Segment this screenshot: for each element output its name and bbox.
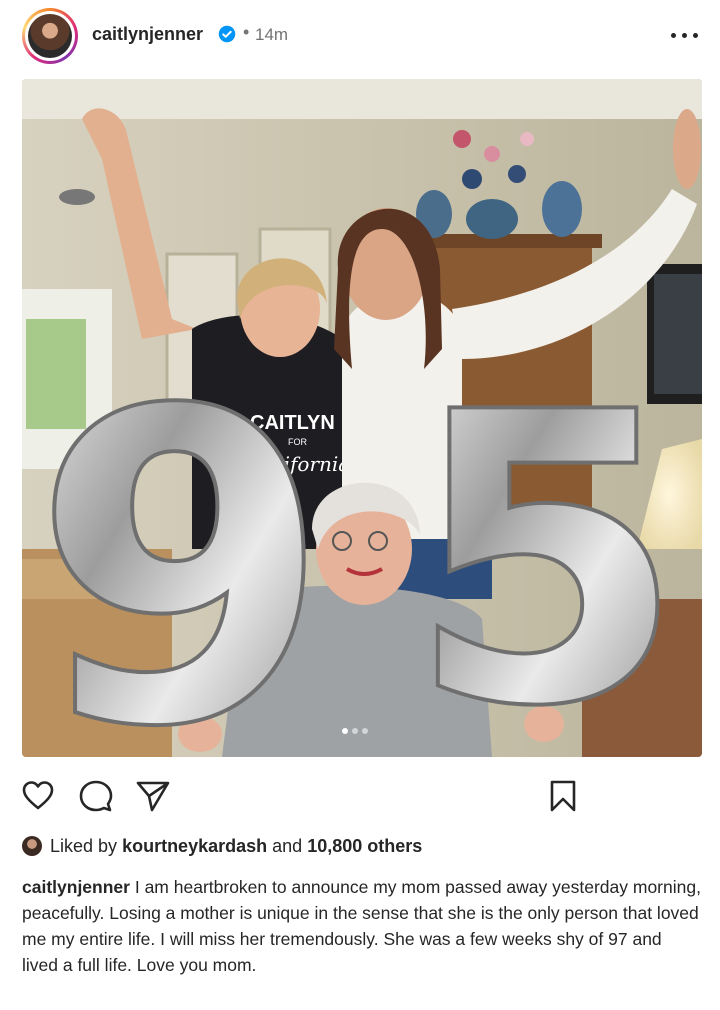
carousel-indicator xyxy=(0,724,720,736)
carousel-dot xyxy=(362,728,368,734)
post-username[interactable]: caitlynjenner xyxy=(92,24,203,45)
carousel-dot-active xyxy=(342,728,348,734)
comment-icon[interactable] xyxy=(78,778,114,814)
send-icon[interactable] xyxy=(135,778,171,814)
caption-username[interactable]: caitlynjenner xyxy=(22,877,130,897)
balloon-digit-nine: 9 xyxy=(32,321,331,757)
post-time[interactable]: 14m xyxy=(255,25,288,45)
likes-prefix: Liked by xyxy=(50,836,118,856)
liker-avatar[interactable] xyxy=(22,836,42,856)
photo-scene: CAITLYN FOR California 9 5 xyxy=(22,79,702,757)
action-bar xyxy=(0,774,720,818)
likes-others-link[interactable]: 10,800 others xyxy=(307,836,422,856)
post-header: caitlynjenner • 14m xyxy=(0,0,720,72)
verified-badge-icon xyxy=(218,25,236,43)
balloon-digit-five: 5 xyxy=(407,329,685,757)
avatar[interactable] xyxy=(22,8,78,64)
bookmark-icon[interactable] xyxy=(545,778,581,814)
post-caption: caitlynjenner I am heartbroken to announ… xyxy=(22,874,702,978)
time-separator: • xyxy=(243,22,250,42)
heart-icon[interactable] xyxy=(20,778,56,814)
post-photo[interactable]: CAITLYN FOR California 9 5 xyxy=(22,79,702,757)
carousel-dot xyxy=(352,728,358,734)
likes-connector: and xyxy=(272,836,303,856)
more-options-icon[interactable] xyxy=(668,20,702,50)
instagram-post: caitlynjenner • 14m CAITLYN FOR Californ… xyxy=(0,0,720,1010)
likes-user-link[interactable]: kourtneykardash xyxy=(122,836,267,856)
